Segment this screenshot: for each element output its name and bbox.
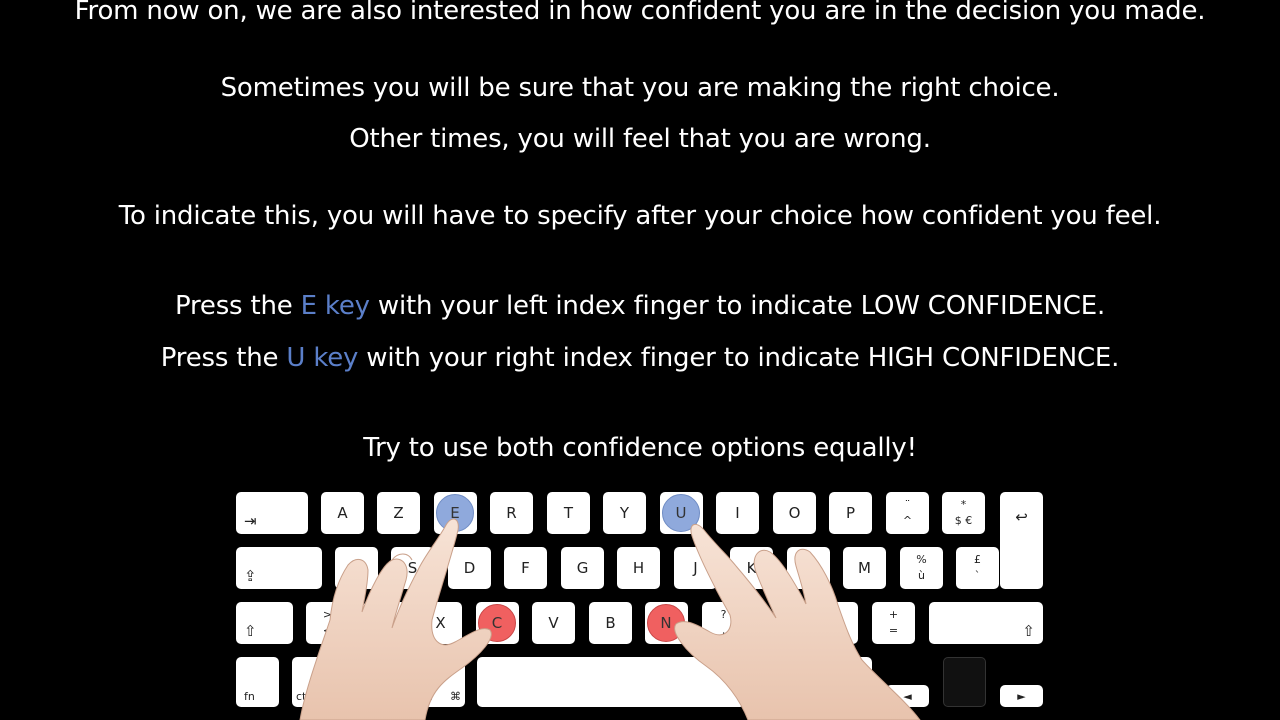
- key-lt-gt: > <: [306, 602, 349, 644]
- e-key-marker: E: [436, 494, 474, 532]
- c-key-marker: C: [478, 604, 516, 642]
- key-k: K: [730, 547, 773, 589]
- key-d: D: [448, 547, 491, 589]
- key-a: A: [321, 492, 364, 534]
- key-plus-equal: + =: [872, 602, 915, 644]
- key-b: B: [589, 602, 632, 644]
- right-arrow-key: ►: [1000, 685, 1043, 707]
- command-icon: ⌘: [450, 690, 461, 703]
- caps-lock-key: ⇪: [236, 547, 322, 589]
- key-q: Q: [335, 547, 378, 589]
- right-arrow-icon: ►: [1017, 689, 1026, 703]
- key-r: R: [490, 492, 533, 534]
- key-z: Z: [377, 492, 420, 534]
- key-o: O: [773, 492, 816, 534]
- right-cmd-key: [820, 657, 872, 707]
- key-p: P: [829, 492, 872, 534]
- key-v: V: [532, 602, 575, 644]
- key-f: F: [504, 547, 547, 589]
- left-arrow-key: ◄: [886, 685, 929, 707]
- key-j: J: [674, 547, 717, 589]
- key-slash: /: [815, 602, 858, 644]
- shift-key-right: ⇧: [929, 602, 1043, 644]
- key-m: M: [843, 547, 886, 589]
- space-bar: [477, 657, 745, 707]
- keyboard-image: ⇥ A Z E R T Y U I O P ¨^ *$ € ↩ ⇪ Q S D …: [0, 0, 1280, 720]
- key-h: H: [617, 547, 660, 589]
- key-x: X: [419, 602, 462, 644]
- arrow-up-down-keys: [943, 657, 986, 707]
- fn-key: fn: [236, 657, 279, 707]
- key-dieresis-caret: ¨ ^: [886, 492, 929, 534]
- shift-icon: ⇧: [244, 622, 257, 640]
- key-pound-backtick: £ `: [956, 547, 999, 589]
- tab-key: ⇥: [236, 492, 308, 534]
- key-y: Y: [603, 492, 646, 534]
- cmd-key: cmd ⌘: [405, 657, 465, 707]
- key-percent-ugrave: % ù: [900, 547, 943, 589]
- enter-key: ↩: [1000, 492, 1043, 589]
- key-t: T: [547, 492, 590, 534]
- enter-icon: ↩: [1015, 508, 1028, 526]
- key-star-dollar: * $ €: [942, 492, 985, 534]
- u-key-marker: U: [662, 494, 700, 532]
- caps-lock-icon: ⇪: [244, 567, 257, 585]
- key-w: W: [363, 602, 406, 644]
- shift-key-left: ⇧: [236, 602, 293, 644]
- n-key-marker: N: [647, 604, 685, 642]
- key-s: S: [391, 547, 434, 589]
- key-i: I: [716, 492, 759, 534]
- key-g: G: [561, 547, 604, 589]
- shift-icon: ⇧: [1022, 622, 1035, 640]
- key-l: L: [787, 547, 830, 589]
- tab-icon: ⇥: [244, 512, 257, 530]
- ctrl-key: ctrl: [292, 657, 335, 707]
- key-question-comma: ?,: [702, 602, 745, 644]
- left-arrow-icon: ◄: [903, 689, 912, 703]
